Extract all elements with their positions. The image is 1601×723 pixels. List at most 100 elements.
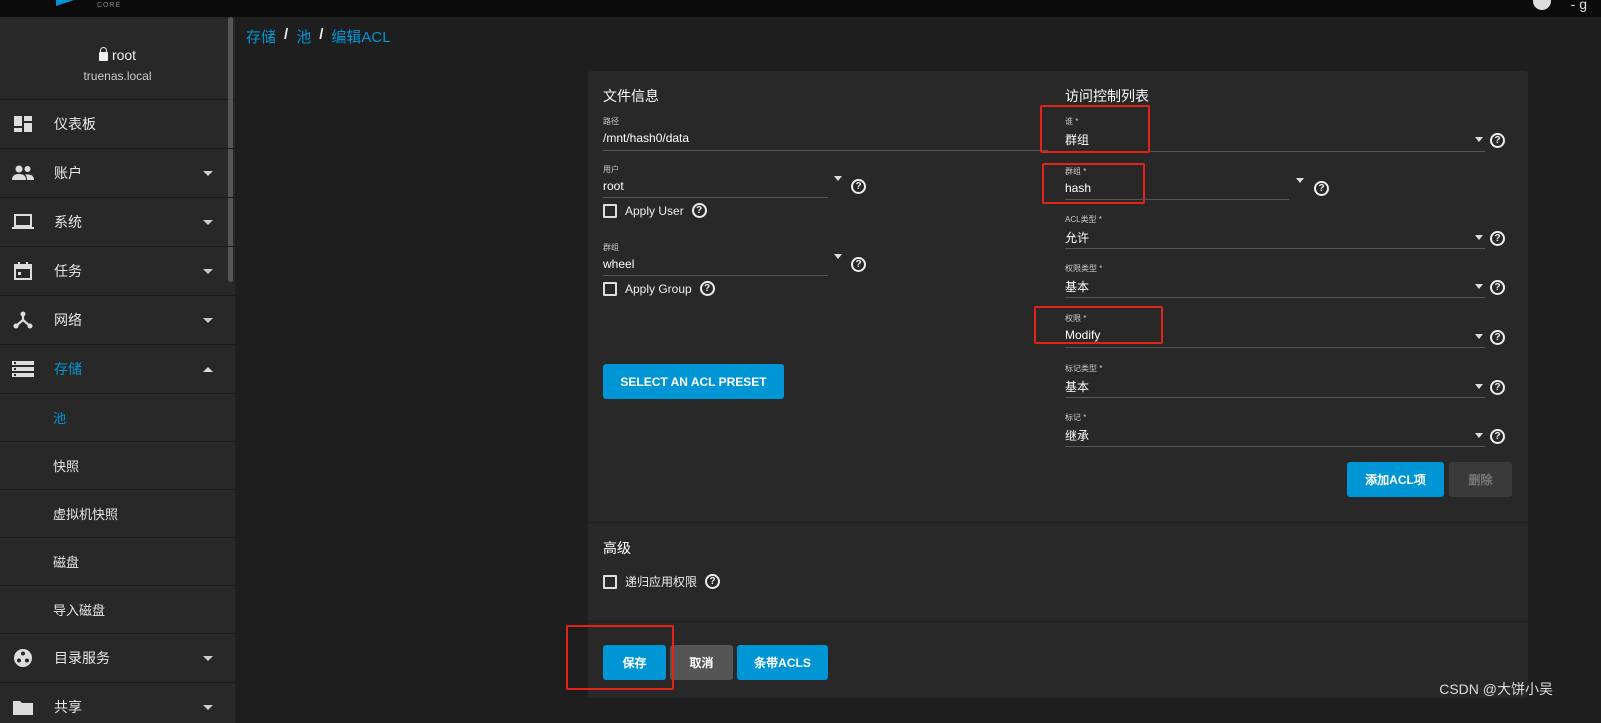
delete-acl-item-button[interactable]: 删除 — [1449, 462, 1512, 497]
dashboard-icon — [12, 115, 34, 133]
calendar-icon — [12, 262, 34, 280]
chevron-down-icon — [203, 268, 213, 274]
user-value[interactable]: root — [603, 179, 828, 193]
flag-type-value[interactable]: 基本 — [1065, 378, 1485, 395]
who-value[interactable]: 群组 — [1065, 131, 1485, 148]
acl-type-dropdown-icon[interactable] — [1475, 235, 1483, 240]
sidebar-item-label: 任务 — [54, 263, 82, 279]
strip-acls-button[interactable]: 条带ACLS — [737, 645, 828, 680]
sidebar-subitem-import-disk[interactable]: 导入磁盘 — [0, 586, 235, 634]
sidebar-item-sharing[interactable]: 共享 — [0, 683, 235, 723]
network-icon — [12, 311, 34, 329]
acl-who-field[interactable]: 谁 * 群组 — [1065, 116, 1485, 148]
who-help-icon[interactable]: ? — [1490, 133, 1505, 148]
recursive-checkbox-row[interactable]: 递归应用权限 ? — [603, 573, 721, 590]
add-acl-item-button[interactable]: 添加ACL项 — [1347, 462, 1444, 497]
sidebar-item-storage[interactable]: 存储 — [0, 345, 235, 394]
sidebar-subitem-disks[interactable]: 磁盘 — [0, 538, 235, 586]
acl-type-underline — [1065, 248, 1485, 249]
permission-type-dropdown-icon[interactable] — [1475, 284, 1483, 289]
apply-group-help-icon[interactable]: ? — [699, 281, 715, 296]
top-bar: CORE - g — [0, 0, 1601, 17]
folder-share-icon — [12, 698, 34, 716]
sidebar-item-dashboard[interactable]: 仪表板 — [0, 100, 235, 149]
flag-type-help-icon[interactable]: ? — [1490, 380, 1505, 395]
user-name: root — [0, 46, 235, 63]
cancel-button[interactable]: 取消 — [670, 645, 733, 680]
save-button[interactable]: 保存 — [603, 645, 666, 680]
flag-value[interactable]: 继承 — [1065, 427, 1485, 444]
apply-group-checkbox-row[interactable]: Apply Group ? — [603, 281, 715, 296]
user-block: root truenas.local — [0, 17, 235, 100]
sidebar-item-directory-services[interactable]: 目录服务 — [0, 634, 235, 683]
sidebar-item-network[interactable]: 网络 — [0, 296, 235, 345]
breadcrumb-storage[interactable]: 存储 — [246, 26, 276, 47]
who-label: 谁 * — [1065, 117, 1079, 126]
group-value[interactable]: wheel — [603, 257, 828, 271]
topbar-right-text[interactable]: - g — [1571, 0, 1587, 12]
sidebar-subitem-vm-snapshots[interactable]: 虚拟机快照 — [0, 490, 235, 538]
chevron-up-icon — [203, 366, 213, 372]
acl-group-dropdown-icon[interactable] — [1296, 178, 1304, 183]
watermark: CSDN @大饼小吴 — [1439, 681, 1553, 697]
group-dropdown-icon[interactable] — [834, 254, 842, 259]
group-help-icon[interactable]: ? — [851, 257, 866, 272]
permission-type-field[interactable]: 权限类型 * 基本 — [1065, 263, 1485, 295]
permission-type-help-icon[interactable]: ? — [1490, 280, 1505, 295]
sidebar-subitem-snapshots[interactable]: 快照 — [0, 442, 235, 490]
permission-field[interactable]: 权限 * Modify — [1065, 313, 1485, 342]
apply-group-checkbox[interactable] — [603, 281, 617, 296]
truenas-logo-icon[interactable] — [56, 0, 74, 6]
acl-type-value[interactable]: 允许 — [1065, 229, 1485, 246]
permission-underline — [1065, 347, 1485, 348]
acl-group-field[interactable]: 群组 * hash — [1065, 166, 1289, 195]
permission-help-icon[interactable]: ? — [1490, 330, 1505, 345]
owner-user-field[interactable]: 用户 root — [603, 164, 828, 193]
hostname: truenas.local — [83, 69, 152, 83]
chevron-down-icon — [203, 170, 213, 176]
who-dropdown-icon[interactable] — [1475, 137, 1483, 142]
chevron-down-icon — [203, 655, 213, 661]
people-icon — [12, 164, 34, 182]
flag-field[interactable]: 标记 * 继承 — [1065, 412, 1485, 444]
sidebar-item-tasks[interactable]: 任务 — [0, 247, 235, 296]
select-acl-preset-button[interactable]: SELECT AN ACL PRESET — [603, 364, 784, 399]
acl-type-field[interactable]: ACL类型 * 允许 — [1065, 214, 1485, 246]
flag-help-icon[interactable]: ? — [1490, 429, 1505, 444]
permission-type-value[interactable]: 基本 — [1065, 278, 1485, 295]
recursive-help-icon[interactable]: ? — [705, 574, 721, 589]
acl-group-help-icon[interactable]: ? — [1314, 181, 1329, 196]
user-help-icon[interactable]: ? — [851, 179, 866, 194]
recursive-label: 递归应用权限 — [625, 575, 698, 589]
breadcrumb: 存储 / 池 / 编辑ACL — [246, 26, 391, 47]
permission-label: 权限 * — [1065, 314, 1087, 323]
sidebar-item-system[interactable]: 系统 — [0, 198, 235, 247]
sidebar-item-label: 系统 — [54, 214, 82, 230]
permission-value[interactable]: Modify — [1065, 328, 1485, 342]
sidebar-item-label: 网络 — [54, 312, 82, 328]
apply-user-checkbox[interactable] — [603, 203, 617, 218]
flag-label: 标记 * — [1065, 413, 1087, 422]
user-menu-icon[interactable] — [1533, 0, 1551, 10]
apply-user-checkbox-row[interactable]: Apply User ? — [603, 203, 707, 218]
apply-user-help-icon[interactable]: ? — [691, 203, 707, 218]
flag-type-dropdown-icon[interactable] — [1475, 384, 1483, 389]
flag-type-field[interactable]: 标记类型 * 基本 — [1065, 363, 1485, 395]
sidebar-item-label: 目录服务 — [54, 650, 110, 666]
breadcrumb-pools[interactable]: 池 — [296, 26, 311, 47]
recursive-checkbox[interactable] — [603, 574, 617, 589]
sidebar-subitem-pools[interactable]: 池 — [0, 394, 235, 442]
sidebar-item-accounts[interactable]: 账户 — [0, 149, 235, 198]
acl-type-help-icon[interactable]: ? — [1490, 231, 1505, 246]
sidebar-item-label: 共享 — [54, 699, 82, 715]
who-underline — [1065, 151, 1485, 152]
acl-group-value[interactable]: hash — [1065, 181, 1289, 195]
permission-dropdown-icon[interactable] — [1475, 334, 1483, 339]
breadcrumb-separator: / — [284, 26, 289, 43]
flag-dropdown-icon[interactable] — [1475, 433, 1483, 438]
permission-type-label: 权限类型 * — [1065, 264, 1103, 273]
chevron-down-icon — [203, 704, 213, 710]
user-dropdown-icon[interactable] — [834, 176, 842, 181]
user-underline — [603, 197, 828, 198]
owner-group-field[interactable]: 群组 wheel — [603, 242, 828, 271]
